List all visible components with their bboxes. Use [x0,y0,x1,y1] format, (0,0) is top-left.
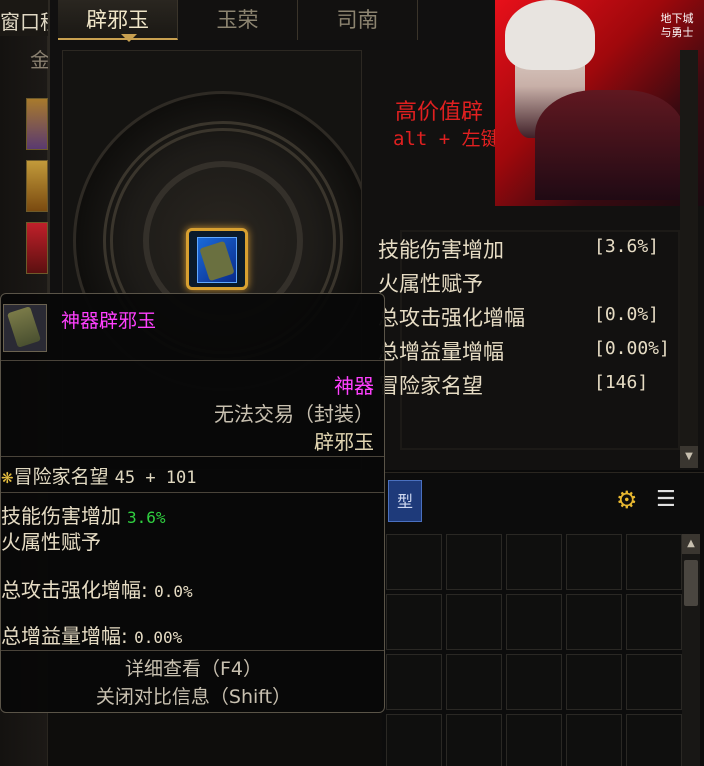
banner-character-hair [505,0,595,70]
left-item-slot[interactable] [26,222,48,274]
stat-label: 总攻击强化增幅 [378,306,525,330]
stat-row: 技能伤害增加 [3.6%] [378,234,678,268]
stat-row: 总增益量增幅 [0.00%] [378,336,678,370]
tooltip-stat-value: 0.0% [154,582,193,601]
stat-row: 冒险家名望 [146] [378,370,678,404]
inventory-cell[interactable] [626,534,682,590]
inventory-cell[interactable] [446,654,502,710]
tooltip-stat-value: 0.00% [134,628,183,647]
stat-row: 总攻击强化增幅 [0.0%] [378,302,678,336]
inventory-cell[interactable] [566,714,622,766]
inventory-filter-button[interactable]: 型 [388,480,422,522]
inventory-cell[interactable] [386,714,442,766]
inventory-cell[interactable] [386,534,442,590]
stat-value: [3.6%] [594,236,660,257]
stat-label: 总增益量增幅 [378,340,504,364]
item-grade: 神器 [334,374,374,398]
inventory-cell[interactable] [566,654,622,710]
fame-label: 冒险家名望 [13,466,109,488]
jade-icon [7,306,41,348]
tooltip-stat: 总攻击强化增幅: 0.0% [1,574,193,603]
close-compare-link[interactable]: 关闭对比信息（Shift） [1,682,386,709]
inventory-cell[interactable] [506,534,562,590]
game-banner-image: 地下城与勇士 [495,0,704,206]
tooltip-stat: 总增益量增幅: 0.00% [1,620,182,649]
inventory-cell[interactable] [446,714,502,766]
left-item-slot[interactable] [26,160,48,212]
item-fame: ❋冒险家名望 45 + 101 [1,462,197,489]
item-tooltip: 神器辟邪玉 神器 无法交易（封装） 辟邪玉 ❋冒险家名望 45 + 101 技能… [0,293,385,713]
inventory-cell[interactable] [386,594,442,650]
alt-click-hint: alt + 左键 [393,128,500,150]
tab-bixieyu[interactable]: 辟邪玉 [58,0,178,40]
inventory-cell[interactable] [446,534,502,590]
fame-value: 45 + 101 [114,468,197,488]
tooltip-stat-value: 3.6% [127,508,166,527]
stat-label: 技能伤害增加 [378,238,504,262]
left-window-subtitle: 金 [30,48,50,72]
inventory-cell[interactable] [506,594,562,650]
inventory-cell[interactable] [566,594,622,650]
tab-yurong[interactable]: 玉荣 [178,0,298,40]
tooltip-stat: 技能伤害增加 3.6% [1,500,166,529]
inventory-cell[interactable] [386,654,442,710]
inventory-grid [386,534,682,766]
item-name: 神器辟邪玉 [61,310,157,332]
stat-list: 技能伤害增加 [3.6%] 火属性赋予 总攻击强化增幅 [0.0%] 总增益量增幅 [… [378,234,678,404]
item-icon [3,304,47,352]
inventory-cell[interactable] [626,654,682,710]
jade-equip-slot[interactable] [186,228,248,290]
scroll-up-icon[interactable]: ▲ [682,534,700,554]
banner-logo: 地下城与勇士 [660,12,694,40]
left-window-title: 窗口移 [0,0,48,36]
item-trade-status: 无法交易（封装） [214,402,374,426]
gear-icon[interactable]: ⚙ [616,488,638,512]
stat-label: 冒险家名望 [378,374,483,398]
tooltip-stat-label: 火属性赋予 [1,530,101,554]
stats-scrollbar[interactable]: ▼ [680,50,698,468]
lower-left-area [48,712,382,766]
scroll-thumb[interactable] [684,560,698,606]
stat-value: [0.0%] [594,304,660,325]
item-type: 辟邪玉 [314,430,374,454]
tooltip-stat-label: 技能伤害增加 [1,504,121,528]
list-icon[interactable]: ☰ [656,488,676,512]
inventory-scrollbar[interactable]: ▲ [682,534,700,766]
inventory-cell[interactable] [626,594,682,650]
scroll-down-icon[interactable]: ▼ [680,446,698,468]
divider [1,492,384,493]
divider [1,360,384,361]
divider [1,650,384,651]
divider [1,456,384,457]
fame-star-icon: ❋ [1,469,14,487]
inventory-cell[interactable] [566,534,622,590]
stat-value: [0.00%] [594,338,670,359]
stat-row: 火属性赋予 [378,268,678,302]
inventory-cell[interactable] [506,654,562,710]
inventory-cell[interactable] [446,594,502,650]
active-tab-indicator-icon [121,34,137,42]
tooltip-stat: 火属性赋予 [1,526,101,555]
tab-sinan[interactable]: 司南 [298,0,418,40]
inventory-cell[interactable] [626,714,682,766]
tooltip-stat-label: 总攻击强化增幅: [1,578,148,602]
tab-bar: 辟邪玉 玉荣 司南 [58,0,418,40]
jade-icon [199,240,235,282]
jade-card-icon [197,237,237,283]
stat-value: [146] [594,372,649,393]
stat-label: 火属性赋予 [378,272,483,296]
high-value-hint: 高价值辟 [395,100,484,125]
detail-view-link[interactable]: 详细查看（F4） [1,654,386,681]
inventory-cell[interactable] [506,714,562,766]
left-item-slot[interactable] [26,98,48,150]
tooltip-stat-label: 总增益量增幅: [1,624,128,648]
banner-group-figures [535,90,685,200]
